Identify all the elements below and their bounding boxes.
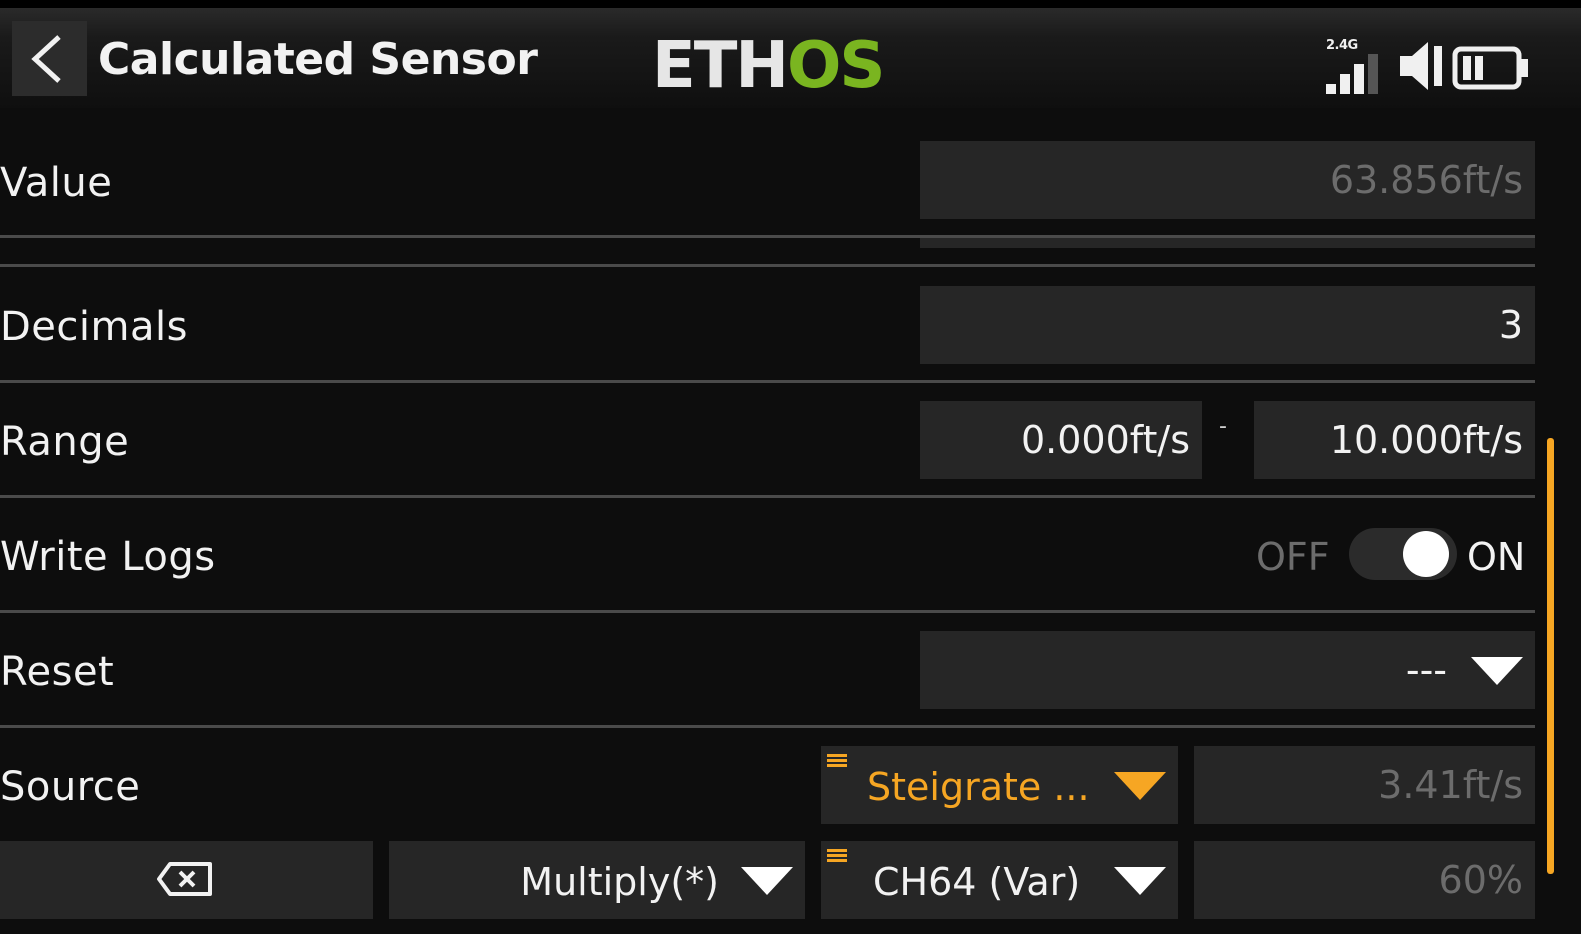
- divider: [0, 380, 1535, 383]
- brand-logo-part2: OS: [786, 29, 885, 103]
- reset-label: Reset: [0, 649, 115, 695]
- divider: [920, 238, 1535, 248]
- divider: [0, 264, 1535, 267]
- operand-live-value: 60%: [1194, 841, 1535, 919]
- write-logs-toggle[interactable]: [1349, 528, 1457, 580]
- chevron-down-icon: [1114, 772, 1166, 800]
- operand-source-dropdown[interactable]: CH64 (Var): [821, 841, 1178, 919]
- source-value: Steigrate ...: [867, 765, 1090, 809]
- toggle-knob: [1403, 531, 1449, 577]
- menu-icon: [827, 849, 847, 863]
- operand-source-value: CH64 (Var): [873, 860, 1081, 904]
- range-min-field[interactable]: 0.000ft/s: [920, 401, 1202, 479]
- chevron-down-icon: [1114, 867, 1166, 895]
- operator-value: Multiply(*): [520, 860, 719, 904]
- battery-icon: [1452, 46, 1528, 90]
- range-label: Range: [0, 419, 130, 465]
- status-area: 2.4G: [1320, 38, 1540, 98]
- write-logs-label: Write Logs: [0, 534, 216, 580]
- menu-icon: [827, 754, 847, 768]
- divider: [0, 495, 1535, 498]
- divider: [0, 610, 1535, 613]
- page-title: Calculated Sensor: [98, 34, 538, 85]
- decimals-field[interactable]: 3: [920, 286, 1535, 364]
- toggle-on-label: ON: [1467, 535, 1526, 579]
- value-label: Value: [0, 160, 113, 206]
- top-bar: Calculated Sensor ETHOS 2.4G: [0, 0, 1581, 108]
- value-readout: 63.856ft/s: [920, 141, 1535, 219]
- band-label: 2.4G: [1326, 38, 1358, 53]
- scrollbar[interactable]: [1547, 438, 1554, 874]
- speaker-icon: [1400, 42, 1442, 90]
- brand-logo-part1: ETH: [652, 29, 789, 103]
- signal-bars-icon: [1326, 54, 1378, 94]
- range-separator: -: [1219, 414, 1227, 439]
- back-icon: [31, 35, 61, 83]
- divider: [0, 725, 1535, 728]
- source-dropdown[interactable]: Steigrate ...: [821, 746, 1178, 824]
- back-button[interactable]: [12, 21, 87, 96]
- delete-button[interactable]: [0, 841, 373, 919]
- decimals-label: Decimals: [0, 304, 188, 350]
- source-live-value: 3.41ft/s: [1194, 746, 1535, 824]
- toggle-off-label: OFF: [1256, 535, 1330, 579]
- chevron-down-icon: [1471, 657, 1523, 685]
- operator-dropdown[interactable]: Multiply(*): [389, 841, 805, 919]
- chevron-down-icon: [741, 867, 793, 895]
- delete-icon: [157, 862, 212, 896]
- reset-dropdown[interactable]: ---: [920, 631, 1535, 709]
- range-max-field[interactable]: 10.000ft/s: [1254, 401, 1535, 479]
- source-label: Source: [0, 764, 141, 810]
- brand-logo: ETHOS: [652, 26, 885, 106]
- reset-value: ---: [1405, 648, 1447, 692]
